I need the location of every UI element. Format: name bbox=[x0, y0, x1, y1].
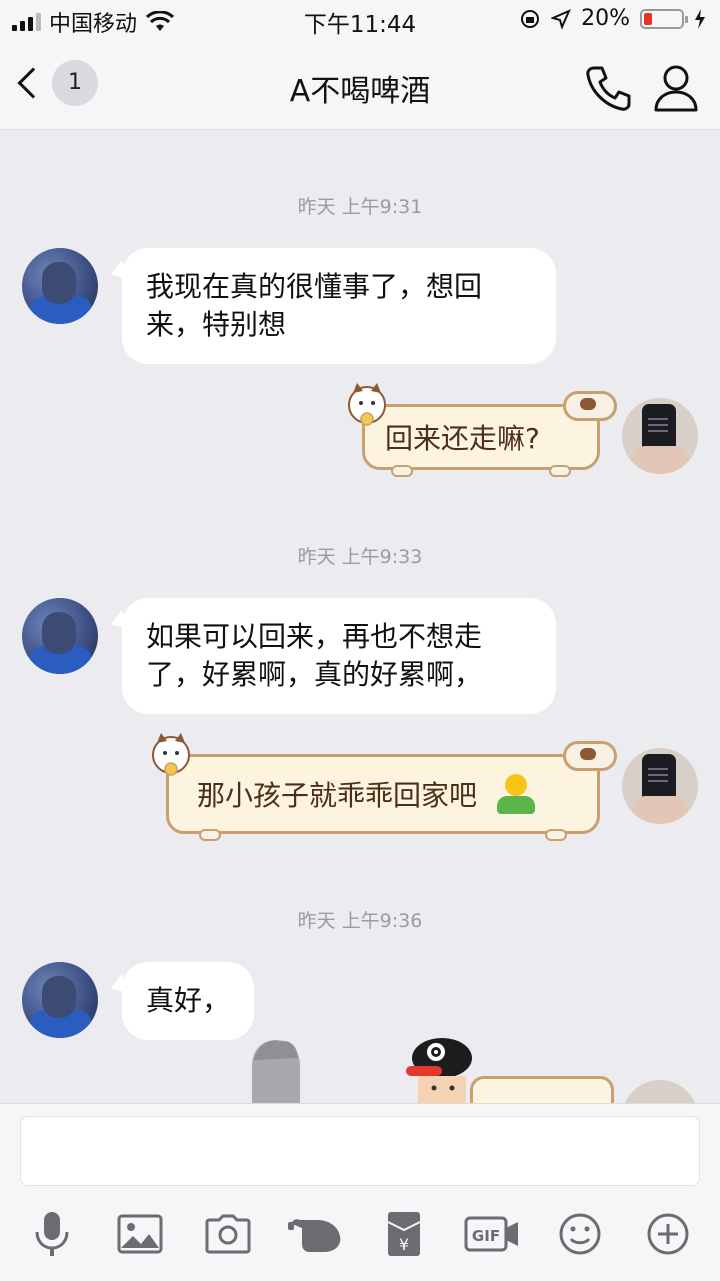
emoji-button[interactable] bbox=[550, 1204, 610, 1264]
red-packet-button[interactable]: ¥ bbox=[374, 1204, 434, 1264]
plus-icon bbox=[647, 1213, 689, 1255]
poke-icon bbox=[288, 1219, 341, 1252]
cat-sticker-icon bbox=[152, 733, 190, 776]
battery-percent: 20% bbox=[581, 6, 630, 31]
profile-icon[interactable] bbox=[648, 60, 704, 116]
charging-icon bbox=[695, 8, 705, 29]
battery-icon bbox=[640, 8, 688, 29]
avatar[interactable] bbox=[22, 598, 98, 674]
gif-icon: GIF bbox=[464, 1216, 518, 1252]
voice-button[interactable] bbox=[22, 1204, 82, 1264]
location-icon bbox=[551, 8, 572, 29]
outgoing-message-bubble[interactable]: 回来还走嘛? bbox=[348, 383, 617, 477]
incoming-message-bubble[interactable]: 真好， bbox=[122, 962, 255, 1040]
svg-text:GIF: GIF bbox=[472, 1227, 500, 1245]
cat-tail-decoration bbox=[563, 741, 617, 771]
status-right: 20% bbox=[519, 6, 706, 31]
cap-sticker-icon bbox=[406, 1038, 472, 1106]
timestamp: 昨天 上午9:31 bbox=[297, 196, 423, 218]
nav-bar: 1 A不喝啤酒 bbox=[0, 40, 720, 130]
gif-button[interactable]: GIF bbox=[462, 1204, 522, 1264]
camera-icon bbox=[205, 1214, 251, 1254]
message-text: 回来还走嘛? bbox=[385, 422, 540, 455]
microphone-icon bbox=[35, 1212, 69, 1256]
incoming-message-bubble[interactable]: 我现在真的很懂事了，想回 来，特别想 bbox=[122, 248, 556, 364]
phone-icon[interactable] bbox=[582, 62, 634, 114]
message-text: 来，特别想 bbox=[146, 308, 287, 341]
cat-sticker-icon bbox=[348, 383, 386, 426]
incoming-message-bubble[interactable]: 如果可以回来，再也不想走 了，好累啊，真的好累啊， bbox=[122, 598, 556, 714]
status-bar: 中国移动 下午11:44 20% bbox=[0, 0, 720, 40]
cat-tail-decoration bbox=[563, 391, 617, 421]
message-text: 了，好累啊，真的好累啊， bbox=[146, 658, 483, 691]
timestamp: 昨天 上午9:36 bbox=[297, 910, 423, 932]
timestamp: 昨天 上午9:33 bbox=[297, 546, 423, 568]
message-input[interactable] bbox=[20, 1116, 700, 1186]
message-text: 真好， bbox=[146, 984, 231, 1017]
poke-button[interactable] bbox=[286, 1204, 346, 1264]
more-button[interactable] bbox=[638, 1204, 698, 1264]
rotation-lock-icon bbox=[521, 9, 540, 28]
avatar[interactable] bbox=[22, 962, 98, 1038]
avatar[interactable] bbox=[622, 748, 698, 824]
input-area: ¥ GIF bbox=[0, 1103, 720, 1281]
message-text: 如果可以回来，再也不想走 bbox=[146, 620, 483, 653]
camera-button[interactable] bbox=[198, 1204, 258, 1264]
ghost-avatar-icon bbox=[252, 1040, 300, 1106]
avatar[interactable] bbox=[22, 248, 98, 324]
person-emoji-icon bbox=[495, 774, 537, 814]
input-toolbar: ¥ GIF bbox=[0, 1204, 720, 1268]
svg-text:¥: ¥ bbox=[399, 1235, 409, 1254]
red-packet-icon: ¥ bbox=[387, 1212, 421, 1256]
image-icon bbox=[117, 1214, 163, 1254]
avatar[interactable] bbox=[622, 398, 698, 474]
message-text: 那小孩子就乖乖回家吧 bbox=[197, 779, 478, 812]
message-text: 我现在真的很懂事了，想回 bbox=[146, 270, 483, 303]
outgoing-message-bubble[interactable]: 那小孩子就乖乖回家吧 bbox=[152, 733, 617, 841]
emoji-icon bbox=[559, 1213, 601, 1255]
image-button[interactable] bbox=[110, 1204, 170, 1264]
